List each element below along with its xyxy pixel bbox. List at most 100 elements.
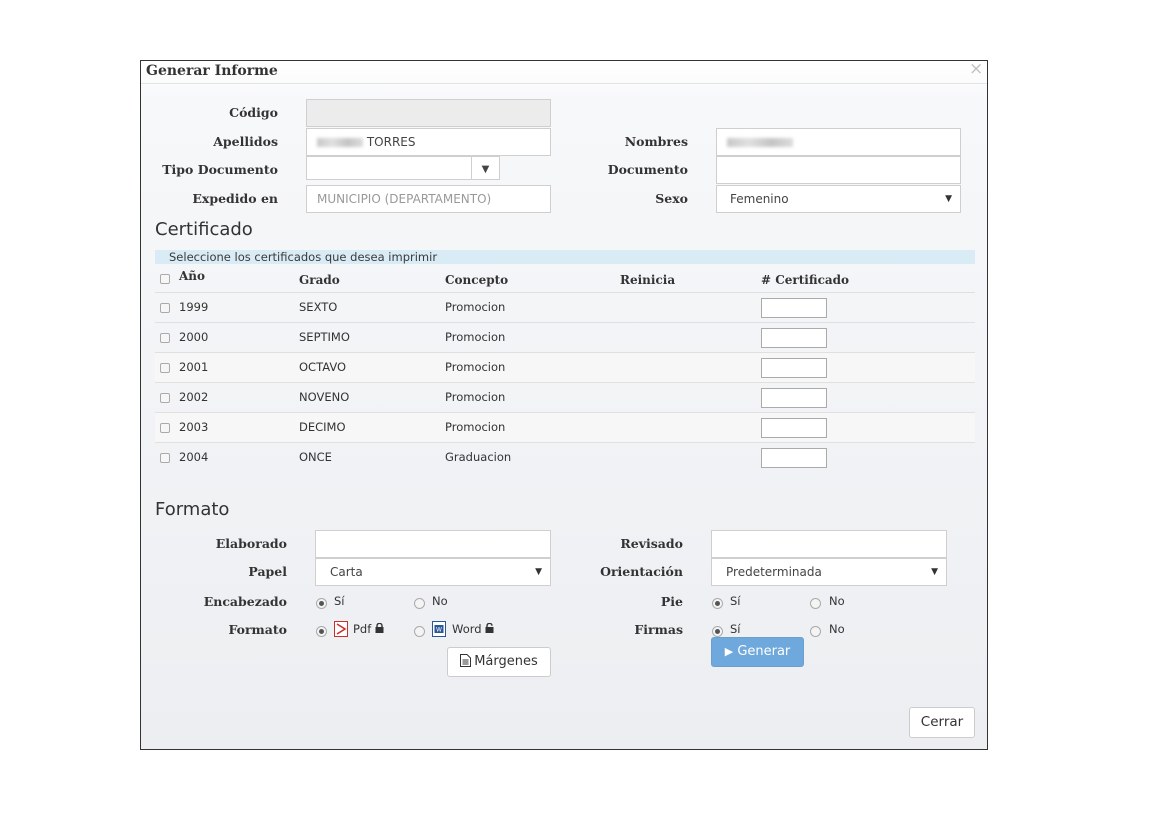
cerrar-button[interactable]: Cerrar: [909, 707, 975, 738]
svg-text:W: W: [436, 627, 442, 634]
row-checkbox[interactable]: [160, 453, 170, 463]
info-text: Seleccione los certificados que desea im…: [169, 250, 438, 264]
formato-pdf-radio[interactable]: [316, 626, 327, 637]
dialog-title: Generar Informe: [146, 63, 278, 79]
certificado-number-input[interactable]: [761, 328, 827, 348]
word-text: Word: [452, 622, 482, 636]
table-row: 2001 OCTAVO Promocion: [155, 352, 975, 382]
codigo-label: Código: [229, 105, 278, 120]
row-concepto: Promocion: [445, 420, 506, 434]
nombres-field[interactable]: [716, 128, 961, 156]
pie-si-text: Sí: [730, 594, 741, 608]
certificado-number-input[interactable]: [761, 388, 827, 408]
row-grado: ONCE: [299, 450, 332, 464]
row-concepto: Promocion: [445, 360, 506, 374]
unlock-icon: [485, 623, 494, 633]
encabezado-label: Encabezado: [203, 594, 287, 609]
pie-label: Pie: [660, 594, 683, 609]
redacted-text: [727, 138, 793, 147]
certificado-number-input[interactable]: [761, 448, 827, 468]
expedido-field[interactable]: MUNICIPIO (DEPARTAMENTO): [306, 185, 551, 213]
sexo-select[interactable]: Femenino ▼: [716, 185, 961, 213]
row-grado: SEPTIMO: [299, 330, 350, 344]
table-row: 2000 SEPTIMO Promocion: [155, 322, 975, 352]
certificado-number-input[interactable]: [761, 418, 827, 438]
nombres-label: Nombres: [624, 134, 688, 149]
tipo-documento-dropdown-button[interactable]: ▼: [471, 156, 500, 180]
orientacion-label: Orientación: [600, 564, 683, 579]
word-icon: W: [432, 621, 446, 637]
revisado-field[interactable]: [711, 530, 947, 558]
col-certificado: # Certificado: [761, 273, 850, 287]
row-checkbox[interactable]: [160, 333, 170, 343]
sexo-value: Femenino: [730, 192, 789, 206]
row-year: 1999: [179, 300, 209, 314]
tipo-documento-label: Tipo Documento: [162, 162, 278, 177]
encabezado-no-text: No: [432, 594, 448, 608]
documento-label: Documento: [607, 162, 688, 177]
row-concepto: Graduacion: [445, 450, 512, 464]
firmas-si-radio[interactable]: [712, 626, 723, 637]
formato-word-radio[interactable]: [414, 626, 425, 637]
papel-value: Carta: [330, 565, 363, 579]
title-divider: [141, 83, 987, 84]
firmas-si-text: Sí: [730, 622, 741, 636]
info-bar: Seleccione los certificados que desea im…: [155, 250, 975, 264]
row-checkbox[interactable]: [160, 303, 170, 313]
chevron-down-icon: ▼: [945, 194, 952, 204]
col-ano: Año: [179, 269, 206, 283]
row-grado: OCTAVO: [299, 360, 347, 374]
elaborado-label: Elaborado: [215, 536, 287, 551]
pie-no-radio[interactable]: [810, 598, 821, 609]
table-row: 2004 ONCE Graduacion: [155, 442, 975, 472]
firmas-no-text: No: [829, 622, 845, 636]
chevron-down-icon: ▼: [535, 567, 542, 577]
formato-heading: Formato: [155, 499, 230, 520]
lock-icon: [375, 623, 384, 633]
row-year: 2000: [179, 330, 209, 344]
encabezado-si-radio[interactable]: [316, 598, 327, 609]
formato-label: Formato: [228, 622, 287, 637]
encabezado-si-text: Sí: [334, 594, 345, 608]
col-grado: Grado: [299, 273, 340, 287]
firmas-label: Firmas: [634, 622, 683, 637]
table-row: 1999 SEXTO Promocion: [155, 292, 975, 322]
documento-field[interactable]: [716, 156, 961, 184]
row-checkbox[interactable]: [160, 393, 170, 403]
margenes-text: Márgenes: [474, 654, 538, 669]
close-icon[interactable]: ×: [969, 59, 983, 79]
generar-button[interactable]: ▶ Generar: [711, 637, 804, 667]
pie-no-text: No: [829, 594, 845, 608]
elaborado-field[interactable]: [315, 530, 551, 558]
row-checkbox[interactable]: [160, 423, 170, 433]
row-checkbox[interactable]: [160, 363, 170, 373]
apellidos-label: Apellidos: [213, 134, 278, 149]
row-concepto: Promocion: [445, 300, 506, 314]
pie-si-radio[interactable]: [712, 598, 723, 609]
orientacion-select[interactable]: Predeterminada ▼: [711, 558, 947, 586]
papel-label: Papel: [248, 564, 287, 579]
table-row: 2003 DECIMO Promocion: [155, 412, 975, 442]
select-all-checkbox[interactable]: [160, 274, 170, 284]
orientacion-value: Predeterminada: [726, 565, 822, 579]
apellidos-field[interactable]: TORRES: [306, 128, 551, 156]
certificado-number-input[interactable]: [761, 358, 827, 378]
generar-informe-dialog: Generar Informe × Código Apellidos TORRE…: [140, 59, 988, 750]
codigo-field: [306, 99, 551, 127]
row-year: 2003: [179, 420, 209, 434]
col-concepto: Concepto: [445, 273, 509, 287]
sexo-label: Sexo: [655, 191, 688, 206]
row-year: 2004: [179, 450, 209, 464]
papel-select[interactable]: Carta ▼: [315, 558, 551, 586]
certificado-number-input[interactable]: [761, 298, 827, 318]
col-reinicia: Reinicia: [620, 273, 676, 287]
row-grado: DECIMO: [299, 420, 346, 434]
table-row: 2002 NOVENO Promocion: [155, 382, 975, 412]
revisado-label: Revisado: [620, 536, 683, 551]
encabezado-no-radio[interactable]: [414, 598, 425, 609]
margenes-button[interactable]: Márgenes: [447, 647, 551, 677]
document-icon: [460, 654, 472, 667]
play-icon: ▶: [724, 645, 734, 658]
row-year: 2002: [179, 390, 209, 404]
firmas-no-radio[interactable]: [810, 626, 821, 637]
